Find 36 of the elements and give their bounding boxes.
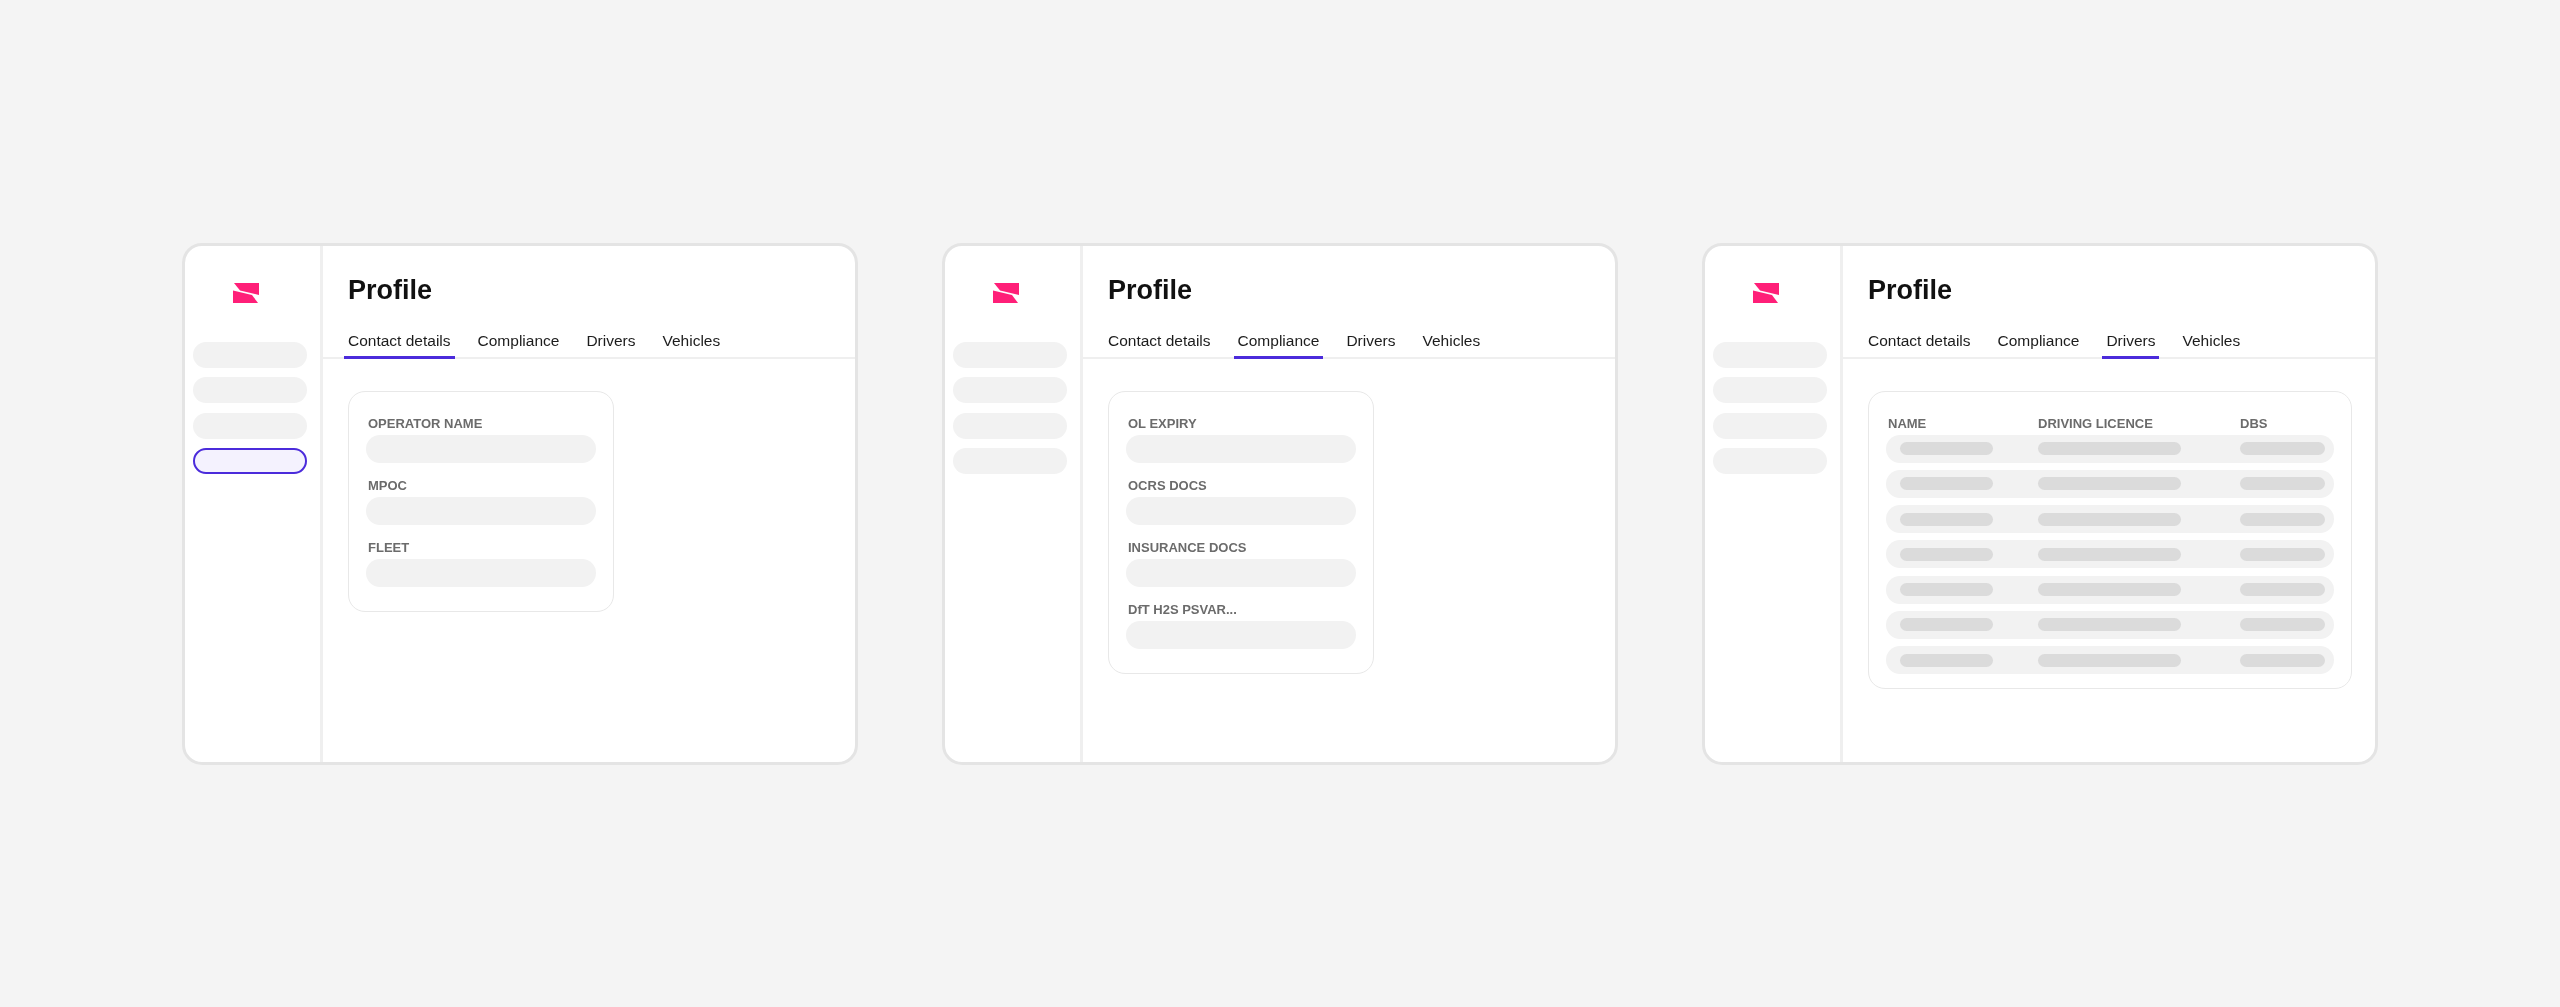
table-row[interactable] — [1886, 575, 2334, 604]
tab[interactable]: Contact details — [1104, 331, 1215, 359]
column-header: DRIVING LICENCE — [2038, 415, 2154, 431]
logo-icon — [1753, 282, 1779, 303]
table-row[interactable] — [1886, 469, 2334, 498]
tab[interactable]: Vehicles — [2178, 331, 2245, 359]
field-label: OCRS DOCS — [1127, 477, 1208, 493]
page-title: Profile — [1108, 273, 1193, 307]
column-header: DBS — [2240, 415, 2269, 431]
table-row[interactable] — [1886, 611, 2334, 639]
field-label: OL EXPIRY — [1127, 415, 1198, 431]
field-label: OPERATOR NAME — [367, 415, 484, 431]
tab[interactable]: Compliance — [1233, 331, 1324, 359]
tab[interactable]: Vehicles — [1418, 331, 1485, 359]
logo-icon — [233, 282, 259, 303]
table-row[interactable] — [1886, 505, 2334, 534]
tab[interactable]: Contact details — [344, 331, 455, 359]
page-title: Profile — [1868, 273, 1953, 307]
tab[interactable]: Compliance — [473, 331, 564, 359]
tab[interactable]: Drivers — [582, 331, 640, 359]
field-label: FLEET — [367, 539, 411, 555]
page-title: Profile — [348, 273, 433, 307]
column-header: NAME — [1888, 415, 1928, 431]
field-label: DfT H2S PSVAR... — [1127, 601, 1238, 617]
sidebar-item[interactable] — [193, 448, 307, 474]
table-row[interactable] — [1886, 646, 2334, 675]
field-label: INSURANCE DOCS — [1127, 539, 1248, 555]
tab[interactable]: Drivers — [2102, 331, 2160, 359]
logo-icon — [993, 282, 1019, 303]
tab[interactable]: Compliance — [1993, 331, 2084, 359]
field-label: MPOC — [367, 477, 408, 493]
tab[interactable]: Drivers — [1342, 331, 1400, 359]
tab[interactable]: Vehicles — [658, 331, 725, 359]
table-row[interactable] — [1886, 434, 2334, 463]
tab[interactable]: Contact details — [1864, 331, 1975, 359]
table-row[interactable] — [1886, 540, 2334, 569]
